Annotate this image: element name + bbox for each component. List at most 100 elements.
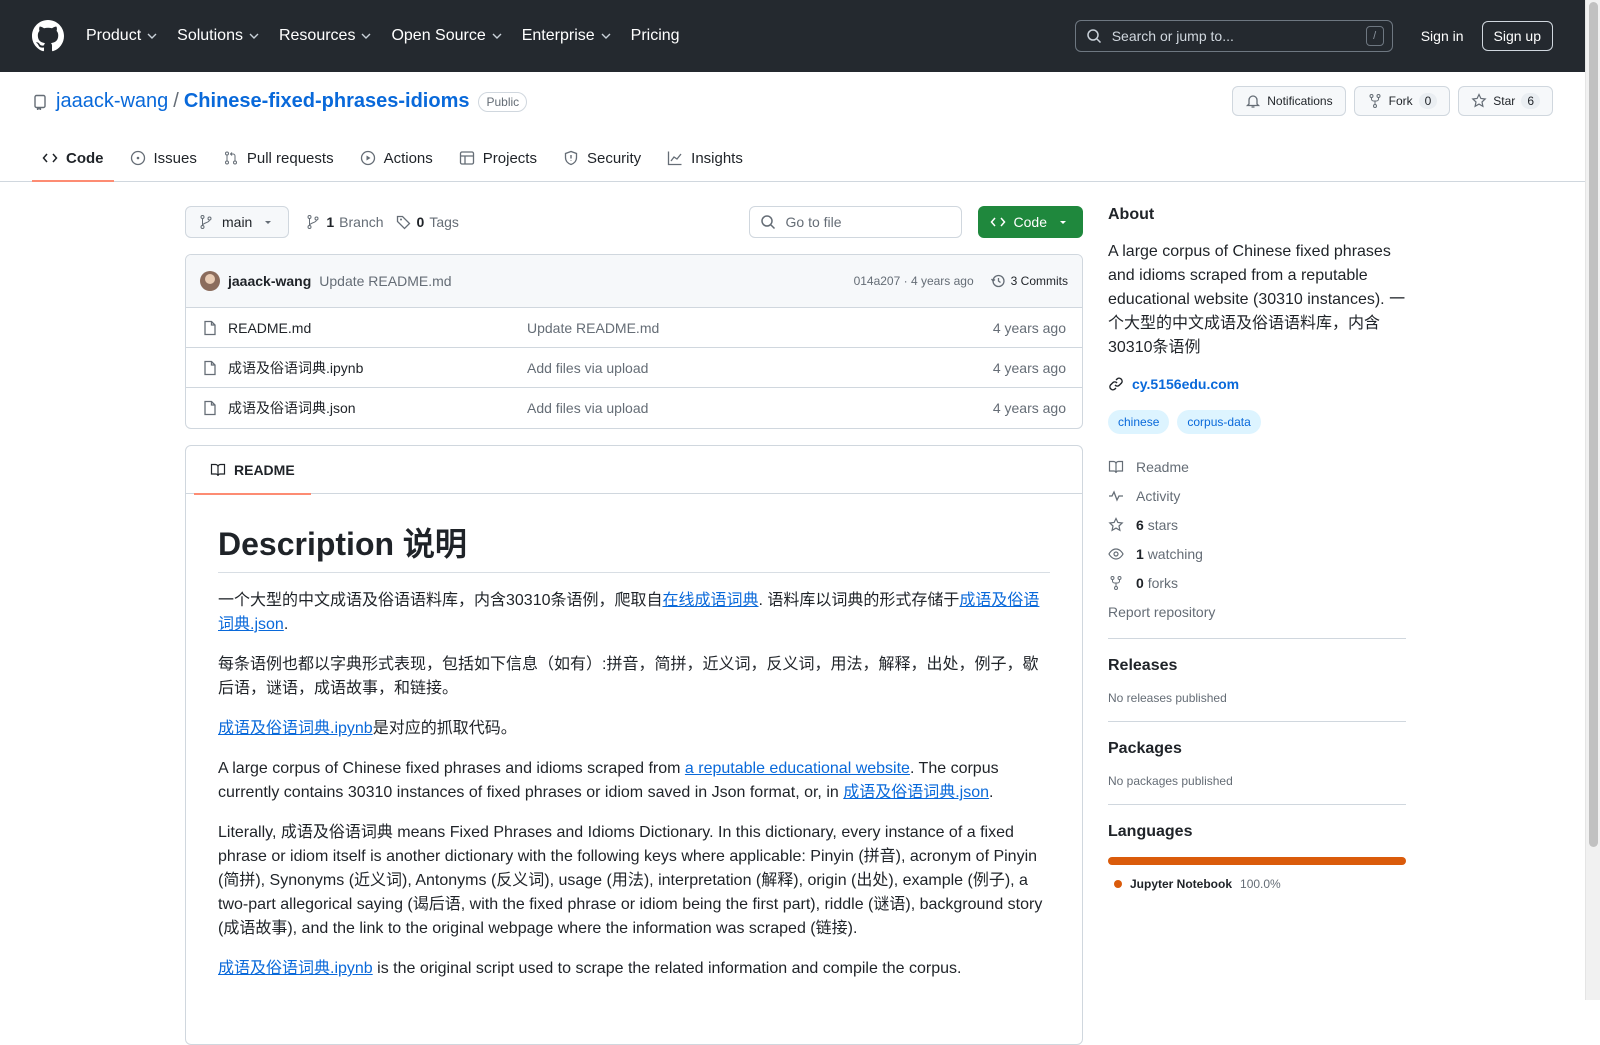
commit-message-link[interactable]: Update README.md bbox=[319, 273, 451, 289]
readme-label: Readme bbox=[1136, 458, 1189, 475]
file-name-cell: 成语及俗语词典.json bbox=[202, 398, 527, 418]
readme-link[interactable]: 在线成语词典 bbox=[663, 592, 759, 609]
file-commit-message[interactable]: Add files via upload bbox=[527, 400, 993, 416]
nav-enterprise[interactable]: Enterprise bbox=[522, 27, 612, 45]
readme-link[interactable]: a reputable educational website bbox=[685, 760, 910, 777]
readme-paragraph-3: 成语及俗语词典.ipynb是对应的抓取代码。 bbox=[218, 717, 1050, 741]
stars-label: stars bbox=[1147, 516, 1179, 533]
go-to-file-placeholder: Go to file bbox=[785, 214, 842, 230]
readme-paragraph-2: 每条语例也都以字典形式表现，包括如下信息（如有）:拼音，简拼，近义词，反义词，用… bbox=[218, 656, 1039, 697]
topic-tag[interactable]: chinese bbox=[1108, 410, 1170, 434]
main-content: main 1 Branch 0 Tags Go to file Code jaa… bbox=[185, 206, 1083, 1045]
github-logo-icon[interactable] bbox=[32, 20, 64, 52]
tab-code[interactable]: Code bbox=[32, 138, 114, 182]
commit-hash-time[interactable]: 014a207 · 4 years ago bbox=[854, 274, 974, 288]
fork-icon bbox=[1110, 575, 1122, 590]
activity-label: Activity bbox=[1136, 487, 1181, 504]
notifications-label: Notifications bbox=[1267, 94, 1333, 108]
nav-product[interactable]: Product bbox=[86, 27, 158, 45]
tab-security[interactable]: Security bbox=[553, 138, 651, 178]
packages-title[interactable]: Packages bbox=[1108, 740, 1406, 758]
play-icon bbox=[360, 150, 375, 166]
book-icon bbox=[210, 463, 226, 476]
readme-tab[interactable]: README bbox=[194, 446, 311, 495]
code-icon bbox=[42, 153, 58, 163]
pulse-icon bbox=[1109, 489, 1123, 502]
watching-label: watching bbox=[1147, 545, 1203, 562]
releases-title[interactable]: Releases bbox=[1108, 657, 1406, 675]
file-time: 4 years ago bbox=[992, 359, 1066, 376]
repo-name-link[interactable]: Chinese-fixed-phrases-idioms bbox=[184, 90, 470, 113]
star-button[interactable]: Star 6 bbox=[1458, 86, 1553, 116]
commits-count-label: 3 Commits bbox=[1010, 274, 1068, 288]
watching-link[interactable]: 1 watching bbox=[1108, 539, 1406, 568]
branch-name: main bbox=[222, 214, 253, 230]
tab-insights[interactable]: Insights bbox=[657, 138, 753, 178]
commits-history-link[interactable]: 3 Commits bbox=[990, 273, 1068, 289]
file-link[interactable]: README.md bbox=[228, 320, 311, 336]
text: . bbox=[283, 616, 289, 633]
tag-count: 0 bbox=[416, 214, 425, 230]
search-icon bbox=[1086, 29, 1101, 44]
activity-link[interactable]: Activity bbox=[1108, 481, 1406, 510]
repo-actions: Notifications Fork 0 Star 6 bbox=[1232, 86, 1553, 116]
readme-tab-label: README bbox=[234, 461, 295, 478]
scrollbar-thumb[interactable] bbox=[1589, 2, 1598, 847]
graph-icon bbox=[668, 151, 682, 166]
commit-author-link[interactable]: jaaack-wang bbox=[228, 273, 311, 289]
tab-projects[interactable]: Projects bbox=[449, 138, 547, 178]
chevron-down-icon bbox=[601, 33, 611, 39]
stars-link[interactable]: 6 stars bbox=[1108, 510, 1406, 539]
page-scrollbar[interactable] bbox=[1585, 0, 1600, 1000]
readme-link[interactable]: 成语及俗语词典.ipynb bbox=[218, 960, 373, 977]
file-commit-message[interactable]: Add files via upload bbox=[527, 360, 993, 376]
tab-actions[interactable]: Actions bbox=[350, 138, 443, 178]
global-search-input[interactable]: Search or jump to... / bbox=[1074, 20, 1393, 52]
tags-link[interactable]: 0 Tags bbox=[396, 214, 459, 230]
tag-label: Tags bbox=[429, 214, 459, 230]
forks-count: 0 bbox=[1136, 574, 1144, 591]
go-to-file-input[interactable]: Go to file bbox=[748, 206, 962, 238]
fork-label: Fork bbox=[1388, 94, 1413, 108]
table-row[interactable]: 成语及俗语词典.json Add files via upload 4 year… bbox=[186, 388, 1082, 428]
sign-in-link[interactable]: Sign in bbox=[1421, 28, 1464, 44]
languages-title: Languages bbox=[1108, 823, 1193, 840]
report-repository-link[interactable]: Report repository bbox=[1108, 597, 1406, 626]
nav-resources[interactable]: Resources bbox=[279, 27, 372, 45]
readme-link[interactable]: Readme bbox=[1108, 452, 1406, 481]
language-item[interactable]: Jupyter Notebook 100.0% bbox=[1108, 877, 1406, 891]
branch-selector[interactable]: main bbox=[185, 206, 290, 238]
table-row[interactable]: 成语及俗语词典.ipynb Add files via upload 4 yea… bbox=[186, 348, 1082, 388]
tab-pull-requests[interactable]: Pull requests bbox=[213, 138, 344, 178]
readme-link[interactable]: 成语及俗语词典.ipynb bbox=[218, 720, 373, 737]
code-download-button[interactable]: Code bbox=[977, 206, 1083, 238]
branches-link[interactable]: 1 Branch bbox=[305, 214, 384, 230]
file-link[interactable]: 成语及俗语词典.json bbox=[228, 398, 356, 418]
repo-tabs: Code Issues Pull requests Actions Projec… bbox=[32, 138, 759, 182]
tab-issues[interactable]: Issues bbox=[120, 138, 207, 178]
readme-link[interactable]: 成语及俗语词典.json bbox=[843, 784, 989, 801]
nav-solutions[interactable]: Solutions bbox=[177, 27, 260, 45]
nav-label: Product bbox=[86, 27, 142, 44]
file-commit-message[interactable]: Update README.md bbox=[527, 320, 993, 336]
repo-owner-link[interactable]: jaaack-wang bbox=[56, 90, 168, 113]
readme-heading: Description 说明 bbox=[218, 524, 1050, 573]
fork-button[interactable]: Fork 0 bbox=[1353, 86, 1451, 116]
nav-open-source[interactable]: Open Source bbox=[391, 27, 502, 45]
tag-icon bbox=[396, 215, 410, 230]
notifications-button[interactable]: Notifications bbox=[1232, 86, 1346, 116]
readme-paragraph-6: 成语及俗语词典.ipynb is the original script use… bbox=[218, 957, 1050, 981]
nav-pricing[interactable]: Pricing bbox=[631, 27, 680, 45]
website-link[interactable]: cy.5156edu.com bbox=[1108, 376, 1406, 392]
book-icon bbox=[1108, 460, 1124, 473]
sign-up-button[interactable]: Sign up bbox=[1481, 21, 1553, 51]
chevron-down-icon bbox=[147, 33, 157, 39]
file-link[interactable]: 成语及俗语词典.ipynb bbox=[228, 358, 363, 378]
languages-section: Languages Jupyter Notebook 100.0% bbox=[1108, 804, 1406, 891]
forks-link[interactable]: 0 forks bbox=[1108, 568, 1406, 597]
avatar[interactable] bbox=[200, 271, 220, 291]
branch-icon bbox=[307, 215, 319, 229]
topic-tag[interactable]: corpus-data bbox=[1177, 410, 1261, 434]
star-icon bbox=[1108, 516, 1124, 531]
table-row[interactable]: README.md Update README.md 4 years ago bbox=[186, 308, 1082, 348]
